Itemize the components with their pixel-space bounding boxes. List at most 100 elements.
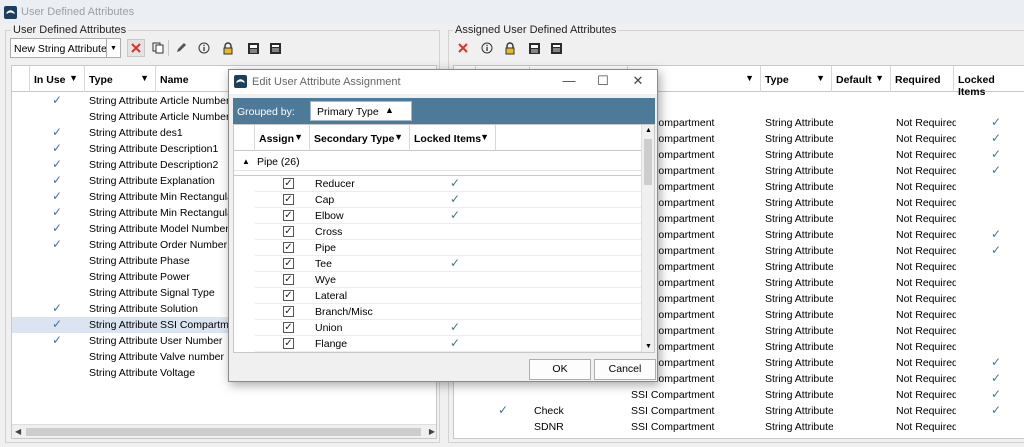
edit-button[interactable] — [172, 39, 190, 57]
filter-icon[interactable]: ▼ — [140, 73, 149, 83]
copy-button[interactable] — [149, 39, 167, 57]
chevron-down-icon[interactable]: ▼ — [106, 39, 120, 57]
minimize-icon[interactable]: — — [554, 73, 584, 91]
filter-icon[interactable]: ▼ — [394, 132, 403, 142]
remove-assignment-button[interactable] — [454, 39, 472, 57]
right-group-title: Assigned User Defined Attributes — [453, 24, 619, 36]
filter-icon[interactable]: ▼ — [294, 132, 303, 142]
scroll-up-icon[interactable]: ▲ — [645, 127, 652, 134]
table-row[interactable]: Relief SSI Compartment String Attribute Not… — [454, 435, 1024, 438]
assign-checkbox[interactable]: ✓ — [283, 226, 294, 237]
collapse-triangle-icon[interactable]: ▲ — [242, 157, 250, 166]
cancel-button[interactable]: Cancel — [594, 359, 656, 380]
scroll-thumb[interactable] — [644, 139, 652, 185]
window-title: User Defined Attributes — [21, 6, 135, 18]
filter-icon[interactable]: ▼ — [480, 132, 489, 142]
column-header-label: Required — [895, 74, 941, 86]
assign-checkbox[interactable]: ✓ — [283, 194, 294, 205]
grouped-by-button[interactable]: Primary Type ▲ — [310, 101, 412, 121]
type-cell: String Attribute — [765, 133, 833, 145]
new-attribute-combo[interactable]: New String Attribute ▼ — [10, 38, 121, 58]
required-cell: Not Required — [896, 325, 956, 337]
type-cell: String Attribute — [765, 389, 833, 401]
horizontal-scrollbar[interactable]: ◀ ▶ — [12, 424, 436, 438]
group-row-pipe[interactable]: ▲ Pipe (26) — [234, 153, 642, 171]
checkmark-icon: ✓ — [52, 173, 63, 187]
toolbar-separator — [168, 40, 169, 56]
assign-checkbox[interactable]: ✓ — [283, 338, 294, 349]
filter-icon[interactable]: ▼ — [875, 73, 884, 83]
export-button[interactable] — [547, 39, 565, 57]
vertical-scrollbar[interactable]: ▲ ▼ — [641, 125, 654, 352]
assign-checkbox[interactable]: ✓ — [283, 242, 294, 253]
import-button[interactable] — [244, 39, 262, 57]
type-cell: String Attribute — [765, 293, 833, 305]
ok-button[interactable]: OK — [529, 359, 591, 380]
list-item[interactable]: ✓ Elbow ✓ — [255, 208, 642, 224]
export-button[interactable] — [266, 39, 284, 57]
lock-button[interactable] — [219, 39, 237, 57]
scroll-left-icon[interactable]: ◀ — [15, 427, 21, 436]
filter-icon[interactable]: ▼ — [69, 73, 78, 83]
type-cell: String Attribute — [765, 437, 833, 438]
list-item[interactable]: ✓ Branch/Misc — [255, 304, 642, 320]
column-header-in-use[interactable]: In Use ▼ — [30, 66, 85, 92]
column-header-locked-items[interactable]: Locked Items ▼ — [410, 125, 496, 151]
list-item[interactable]: ✓ Cross — [255, 224, 642, 240]
assign-checkbox[interactable]: ✓ — [283, 178, 294, 189]
scroll-down-icon[interactable]: ▼ — [645, 343, 652, 350]
column-header-required[interactable]: Required — [891, 66, 954, 92]
list-item[interactable]: ✓ Union ✓ — [255, 320, 642, 336]
sort-up-icon[interactable]: ▲ — [385, 105, 394, 115]
list-item[interactable]: ✓ Lateral — [255, 288, 642, 304]
required-cell: Not Required — [896, 149, 956, 161]
column-header-locked[interactable]: Locked Items — [954, 66, 1024, 98]
info-button[interactable] — [478, 39, 496, 57]
table-row[interactable]: ✓ Check SSI Compartment String Attribute Not… — [454, 403, 1024, 419]
info-button[interactable] — [195, 39, 213, 57]
filter-icon[interactable]: ▼ — [745, 73, 754, 83]
type-cell: String Attribute — [89, 239, 157, 251]
table-row[interactable]: SDNR SSI Compartment String Attribute Not R… — [454, 419, 1024, 435]
column-header-assign[interactable]: Assign ▼ — [255, 125, 310, 151]
list-item[interactable]: ✓ Flange ✓ — [255, 336, 642, 352]
assign-checkbox[interactable]: ✓ — [283, 322, 294, 333]
grouped-by-label: Grouped by: — [237, 106, 295, 118]
list-item[interactable]: ✓ Wye — [255, 272, 642, 288]
secondary-type-cell: Branch/Misc — [315, 306, 373, 318]
required-cell: Not Required — [896, 197, 956, 209]
required-cell: Not Required — [896, 421, 956, 433]
import-button[interactable] — [525, 39, 543, 57]
delete-button[interactable] — [127, 39, 145, 57]
column-header-default[interactable]: Default ▼ — [832, 66, 891, 92]
secondary-type-cell: Check — [534, 405, 564, 417]
assign-checkbox[interactable]: ✓ — [283, 258, 294, 269]
app-icon — [234, 75, 247, 88]
type-cell: String Attribute — [765, 405, 833, 417]
secondary-type-cell: Cross — [315, 226, 343, 238]
assign-checkbox[interactable]: ✓ — [283, 274, 294, 285]
list-item[interactable]: ✓ Pipe — [255, 240, 642, 256]
lock-button[interactable] — [501, 39, 519, 57]
required-cell: Not Required — [896, 309, 956, 321]
checkmark-icon: ✓ — [52, 157, 63, 171]
close-icon[interactable]: ✕ — [623, 73, 653, 91]
table-row[interactable]: SSI Compartment String Attribute Not Requi… — [454, 387, 1024, 403]
column-header-type[interactable]: Type ▼ — [85, 66, 156, 92]
scroll-right-icon[interactable]: ▶ — [429, 427, 435, 436]
assign-checkbox[interactable]: ✓ — [283, 306, 294, 317]
column-header-type[interactable]: Type ▼ — [761, 66, 832, 92]
dialog-title: Edit User Attribute Assignment — [252, 76, 401, 88]
scroll-thumb[interactable] — [26, 428, 421, 436]
assign-checkbox[interactable]: ✓ — [283, 210, 294, 221]
list-item[interactable]: ✓ Cap ✓ — [255, 192, 642, 208]
filter-icon[interactable]: ▼ — [816, 73, 825, 83]
checkmark-icon: ✓ — [450, 256, 461, 270]
assign-checkbox[interactable]: ✓ — [283, 290, 294, 301]
maximize-icon[interactable]: ☐ — [588, 73, 618, 91]
list-item[interactable]: ✓ Reducer ✓ — [255, 176, 642, 192]
list-item[interactable]: ✓ Tee ✓ — [255, 256, 642, 272]
name-cell: SSI Compartment — [631, 437, 759, 438]
column-header-secondary-type[interactable]: Secondary Type ▼ — [310, 125, 410, 151]
type-cell: String Attribute — [89, 223, 157, 235]
